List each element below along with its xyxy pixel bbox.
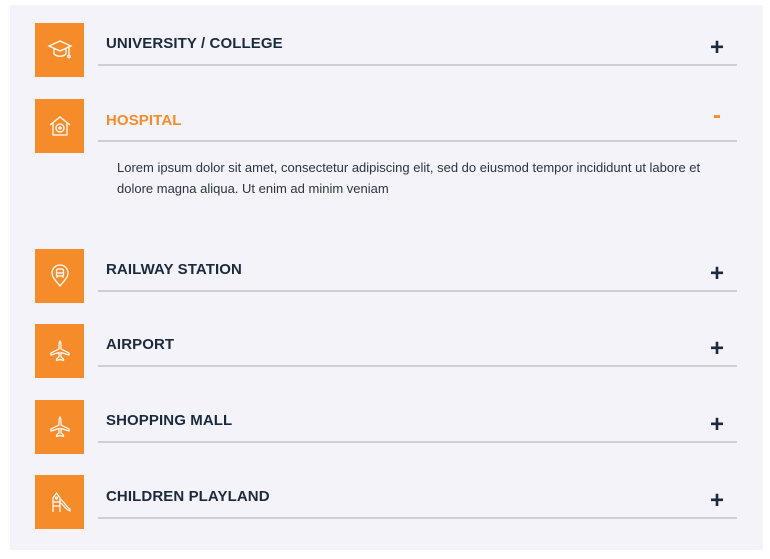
accordion-title: AIRPORT xyxy=(106,336,175,353)
airplane-icon[interactable] xyxy=(35,324,84,378)
accordion-header-railway[interactable]: RAILWAY STATION + xyxy=(98,250,737,292)
accordion-header-university[interactable]: UNIVERSITY / COLLEGE + xyxy=(98,24,737,66)
expand-icon[interactable]: + xyxy=(707,489,727,513)
airplane-icon[interactable] xyxy=(35,400,84,454)
accordion-body-hospital: Lorem ipsum dolor sit amet, consectetur … xyxy=(117,160,701,196)
accordion-header-airport[interactable]: AIRPORT + xyxy=(98,325,737,367)
accordion-header-hospital[interactable]: HOSPITAL - xyxy=(98,100,737,142)
expand-icon[interactable]: + xyxy=(707,413,727,437)
expand-icon[interactable]: + xyxy=(707,36,727,60)
hospital-icon[interactable] xyxy=(35,99,84,153)
graduation-cap-icon[interactable] xyxy=(35,23,84,77)
collapse-icon[interactable]: - xyxy=(707,104,727,128)
accordion-title: HOSPITAL xyxy=(106,112,182,129)
accordion-title: CHILDREN PLAYLAND xyxy=(106,488,270,505)
playground-slide-icon[interactable] xyxy=(35,475,84,529)
accordion-header-children-playland[interactable]: CHILDREN PLAYLAND + xyxy=(98,477,737,519)
train-location-icon[interactable] xyxy=(35,249,84,303)
nearby-places-accordion: UNIVERSITY / COLLEGE + HOSPITAL - Lorem … xyxy=(10,5,763,550)
accordion-title: UNIVERSITY / COLLEGE xyxy=(106,35,283,52)
accordion-header-shopping-mall[interactable]: SHOPPING MALL + xyxy=(98,401,737,443)
expand-icon[interactable]: + xyxy=(707,262,727,286)
expand-icon[interactable]: + xyxy=(707,337,727,361)
accordion-title: RAILWAY STATION xyxy=(106,261,242,278)
accordion-title: SHOPPING MALL xyxy=(106,412,233,429)
